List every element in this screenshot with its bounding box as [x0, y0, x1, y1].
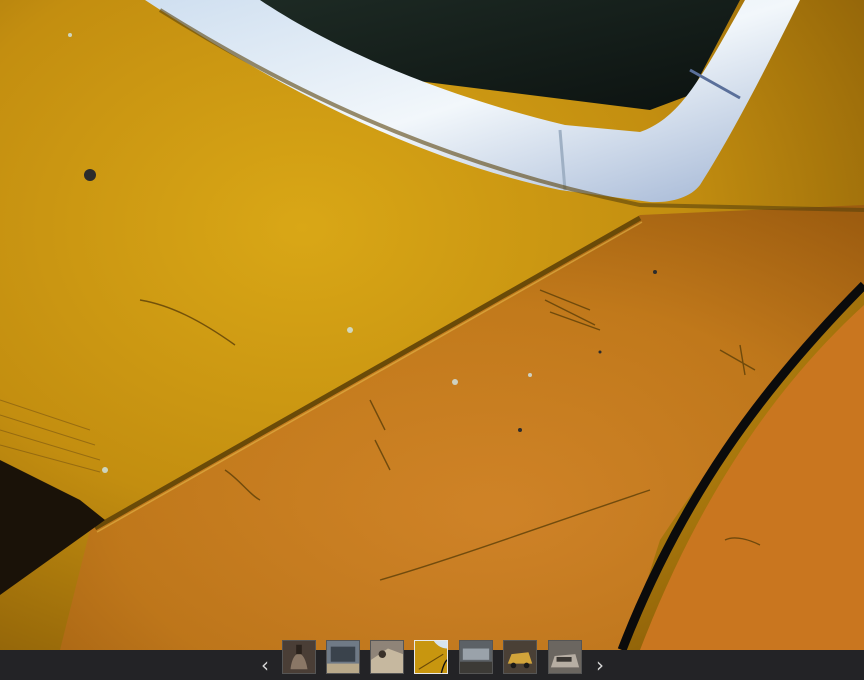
image-viewer: ‹ › — [0, 0, 864, 680]
chevron-right-icon[interactable]: › — [592, 650, 608, 680]
chevron-left-icon[interactable]: ‹ — [257, 650, 273, 680]
thumbnail-1[interactable] — [282, 640, 316, 674]
thumbnail-2[interactable] — [326, 640, 360, 674]
thumbnail-5[interactable] — [459, 640, 493, 674]
thumbnail-6[interactable] — [503, 640, 537, 674]
thumbnail-7[interactable] — [548, 640, 582, 674]
thumbnail-4[interactable] — [414, 640, 448, 674]
thumbnail-3[interactable] — [370, 640, 404, 674]
main-photo — [0, 0, 864, 650]
